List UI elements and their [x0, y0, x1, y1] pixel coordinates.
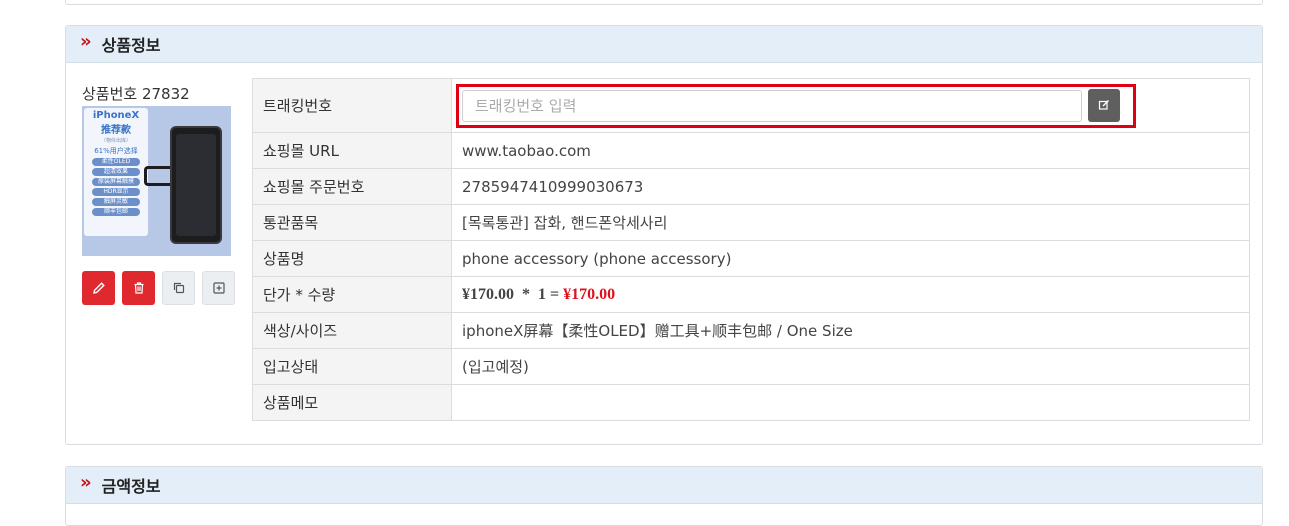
edit-icon	[92, 282, 105, 294]
edit-square-icon	[1098, 100, 1109, 110]
product-name-value: phone accessory (phone accessory)	[451, 240, 1250, 277]
stock-status-label: 입고상태	[252, 348, 452, 385]
table-row: 트래킹번호	[252, 78, 1250, 133]
memo-value	[451, 384, 1250, 421]
delete-button[interactable]	[122, 271, 155, 305]
memo-label: 상품메모	[252, 384, 452, 421]
product-name-label: 상품명	[252, 240, 452, 277]
tracking-number-input[interactable]	[462, 89, 1082, 122]
table-row: 상품명 phone accessory (phone accessory)	[252, 240, 1250, 277]
product-actions	[82, 271, 235, 305]
order-number-value: 2785947410999030673	[451, 168, 1250, 205]
product-details-table: 트래킹번호 쇼핑몰 URL www.taobao.com 쇼핑몰 주문번호 27…	[252, 78, 1250, 421]
product-thumbnail[interactable]: iPhoneX 推荐款 （物伶出库） 61%用户选择 柔性OLED 超清效果 原…	[82, 106, 231, 256]
table-row: 쇼핑몰 주문번호 2785947410999030673	[252, 168, 1250, 205]
thumb-pill: HDR显示	[92, 188, 140, 196]
unit-price: ¥170.00	[462, 285, 514, 303]
double-chevron-right-icon: »	[80, 31, 92, 52]
product-info-header: » 상품정보	[66, 26, 1262, 63]
customs-label: 통관품목	[252, 204, 452, 241]
equals-sign: =	[550, 285, 560, 303]
copy-icon	[173, 282, 184, 294]
mall-url-value: www.taobao.com	[451, 132, 1250, 169]
table-row: 단가 * 수량 ¥170.00 * 1 = ¥170.00	[252, 276, 1250, 313]
thumb-text: 推荐款	[101, 125, 131, 136]
phone-screen-graphic	[170, 126, 222, 244]
quantity: 1	[538, 285, 546, 303]
price-qty-value: ¥170.00 * 1 = ¥170.00	[451, 276, 1250, 313]
mall-url-label: 쇼핑몰 URL	[252, 132, 452, 169]
table-row: 통관품목 [목록통관] 잡화, 핸드폰악세사리	[252, 204, 1250, 241]
double-chevron-right-icon: »	[80, 472, 92, 493]
thumb-text: 61%用户选择	[94, 147, 138, 155]
stock-status-value: (입고예정)	[451, 348, 1250, 385]
trash-icon	[134, 282, 143, 294]
thumbnail-promo-card: iPhoneX 推荐款 （物伶出库） 61%用户选择 柔性OLED 超清效果 原…	[84, 108, 148, 236]
times-sign: *	[522, 285, 530, 303]
thumb-pill: 顺丰包邮	[92, 208, 140, 216]
color-size-label: 색상/사이즈	[252, 312, 452, 349]
price-qty-label: 단가 * 수량	[252, 276, 452, 313]
color-size-value: iphoneX屏幕【柔性OLED】赠工具+顺丰包邮 / One Size	[451, 312, 1250, 349]
table-row: 입고상태 (입고예정)	[252, 348, 1250, 385]
thumb-pill: 触屏灵敏	[92, 198, 140, 206]
total-price: ¥170.00	[563, 285, 616, 303]
copy-button[interactable]	[162, 271, 195, 305]
panel-title: 상품정보	[101, 36, 161, 55]
edit-button[interactable]	[82, 271, 115, 305]
add-button[interactable]	[202, 271, 235, 305]
order-number-label: 쇼핑몰 주문번호	[252, 168, 452, 205]
thumb-text: iPhoneX	[92, 110, 140, 121]
tracking-save-button[interactable]	[1088, 88, 1120, 122]
thumb-text: （物伶出库）	[100, 138, 131, 144]
amount-info-header: » 금액정보	[66, 467, 1262, 504]
tracking-label: 트래킹번호	[252, 78, 452, 133]
amount-info-panel: » 금액정보	[65, 466, 1263, 526]
thumb-pill: 原装屏幕触摸	[92, 178, 140, 186]
product-info-panel: » 상품정보 상품번호 27832 iPhoneX 推荐款 （物伶出库） 61%…	[65, 25, 1263, 445]
product-number: 상품번호 27832	[82, 85, 190, 103]
thumb-pill: 柔性OLED	[92, 158, 140, 166]
previous-panel	[65, 0, 1263, 5]
plus-square-icon	[212, 282, 225, 294]
table-row: 색상/사이즈 iphoneX屏幕【柔性OLED】赠工具+顺丰包邮 / One S…	[252, 312, 1250, 349]
table-row: 상품메모	[252, 384, 1250, 421]
customs-value: [목록통관] 잡화, 핸드폰악세사리	[451, 204, 1250, 241]
panel-title: 금액정보	[101, 477, 161, 496]
tracking-cell	[451, 78, 1250, 133]
thumb-pill: 超清效果	[92, 168, 140, 176]
table-row: 쇼핑몰 URL www.taobao.com	[252, 132, 1250, 169]
